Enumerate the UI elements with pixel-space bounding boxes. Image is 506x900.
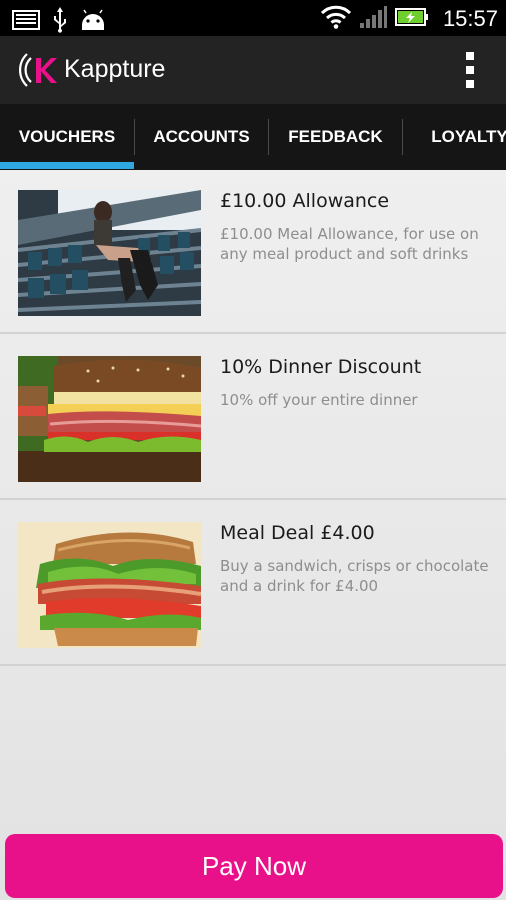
voucher-description: Buy a sandwich, crisps or chocolate and …	[220, 557, 489, 595]
tab-loyalty[interactable]: LOYALTY	[403, 104, 506, 170]
tab-selected-indicator	[0, 162, 134, 169]
blt-sandwich-photo	[18, 522, 201, 648]
action-bar: Kappture	[0, 36, 506, 104]
kappture-logo-icon[interactable]	[18, 50, 58, 90]
voucher-description: 10% off your entire dinner	[220, 391, 418, 409]
voucher-title: £10.00 Allowance	[220, 190, 390, 212]
voucher-title: 10% Dinner Discount	[220, 356, 422, 378]
voucher-item-meal-deal[interactable]: Meal Deal £4.00 Buy a sandwich, crisps o…	[0, 502, 506, 666]
status-bar: 15:57	[0, 0, 506, 36]
app-title: Kappture	[64, 55, 166, 83]
voucher-item-allowance[interactable]: £10.00 Allowance £10.00 Meal Allowance, …	[0, 170, 506, 334]
pay-now-button[interactable]: Pay Now	[5, 834, 503, 898]
tab-accounts[interactable]: ACCOUNTS	[135, 104, 268, 170]
battery-charging-icon	[394, 6, 429, 32]
voucher-item-dinner-discount[interactable]: 10% Dinner Discount 10% off your entire …	[0, 336, 506, 500]
overflow-menu-icon[interactable]	[464, 52, 476, 88]
screenshot-icon	[12, 9, 40, 35]
voucher-description: £10.00 Meal Allowance, for use on any me…	[220, 225, 479, 263]
signal-icon	[359, 5, 387, 33]
stadium-photo	[18, 190, 201, 316]
tab-bar: VOUCHERS ACCOUNTS FEEDBACK LOYALTY	[0, 104, 506, 170]
tab-vouchers[interactable]: VOUCHERS	[0, 104, 134, 170]
tab-feedback[interactable]: FEEDBACK	[269, 104, 402, 170]
usb-icon	[50, 7, 70, 37]
voucher-title: Meal Deal £4.00	[220, 522, 375, 544]
android-icon	[80, 9, 106, 35]
voucher-list: £10.00 Allowance £10.00 Meal Allowance, …	[0, 170, 506, 900]
sandwich-photo	[18, 356, 201, 482]
wifi-icon	[320, 5, 351, 33]
clock: 15:57	[442, 6, 498, 31]
